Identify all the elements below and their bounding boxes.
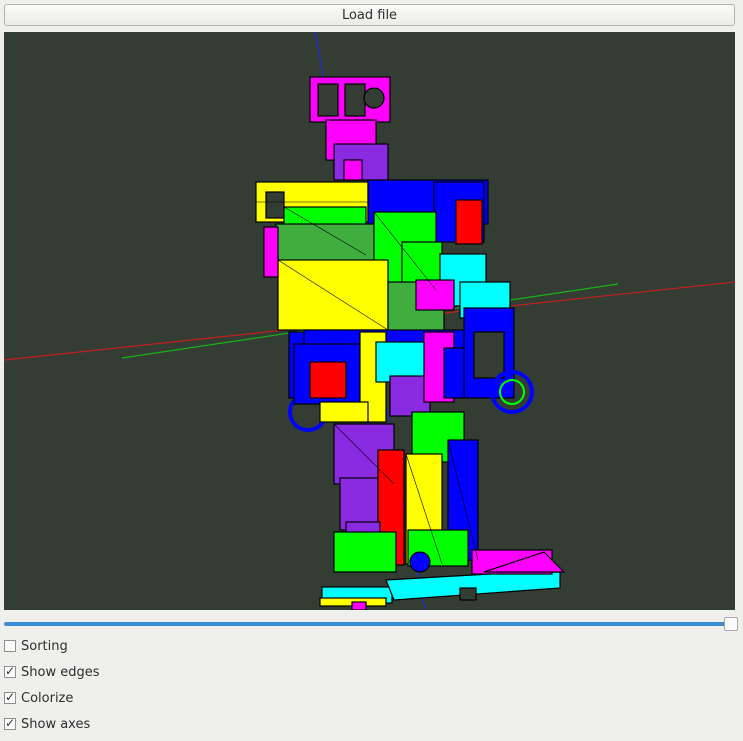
colorize-option[interactable]: ✓ Colorize <box>4 688 73 708</box>
load-file-button[interactable]: Load file <box>4 4 735 26</box>
robot-model-render <box>4 32 735 610</box>
3d-viewport[interactable] <box>4 32 735 610</box>
checkmark-icon: ✓ <box>5 690 16 704</box>
sorting-option[interactable]: Sorting <box>4 636 68 656</box>
slider-groove <box>4 622 729 626</box>
slider-handle[interactable] <box>724 617 738 631</box>
robot-right-leg <box>333 423 405 573</box>
show-edges-checkbox[interactable]: ✓ <box>4 664 16 678</box>
show-edges-option[interactable]: ✓ Show edges <box>4 662 99 682</box>
sorting-checkbox[interactable] <box>4 640 16 652</box>
colorize-checkbox[interactable]: ✓ <box>4 690 16 704</box>
show-edges-label: Show edges <box>21 664 100 680</box>
slider[interactable] <box>4 616 738 632</box>
checkmark-icon: ✓ <box>5 716 16 730</box>
show-axes-option[interactable]: ✓ Show axes <box>4 714 90 734</box>
show-axes-checkbox[interactable]: ✓ <box>4 716 16 730</box>
show-axes-label: Show axes <box>21 716 91 732</box>
sorting-label: Sorting <box>21 638 68 654</box>
colorize-label: Colorize <box>21 690 74 706</box>
checkmark-icon: ✓ <box>5 664 16 678</box>
